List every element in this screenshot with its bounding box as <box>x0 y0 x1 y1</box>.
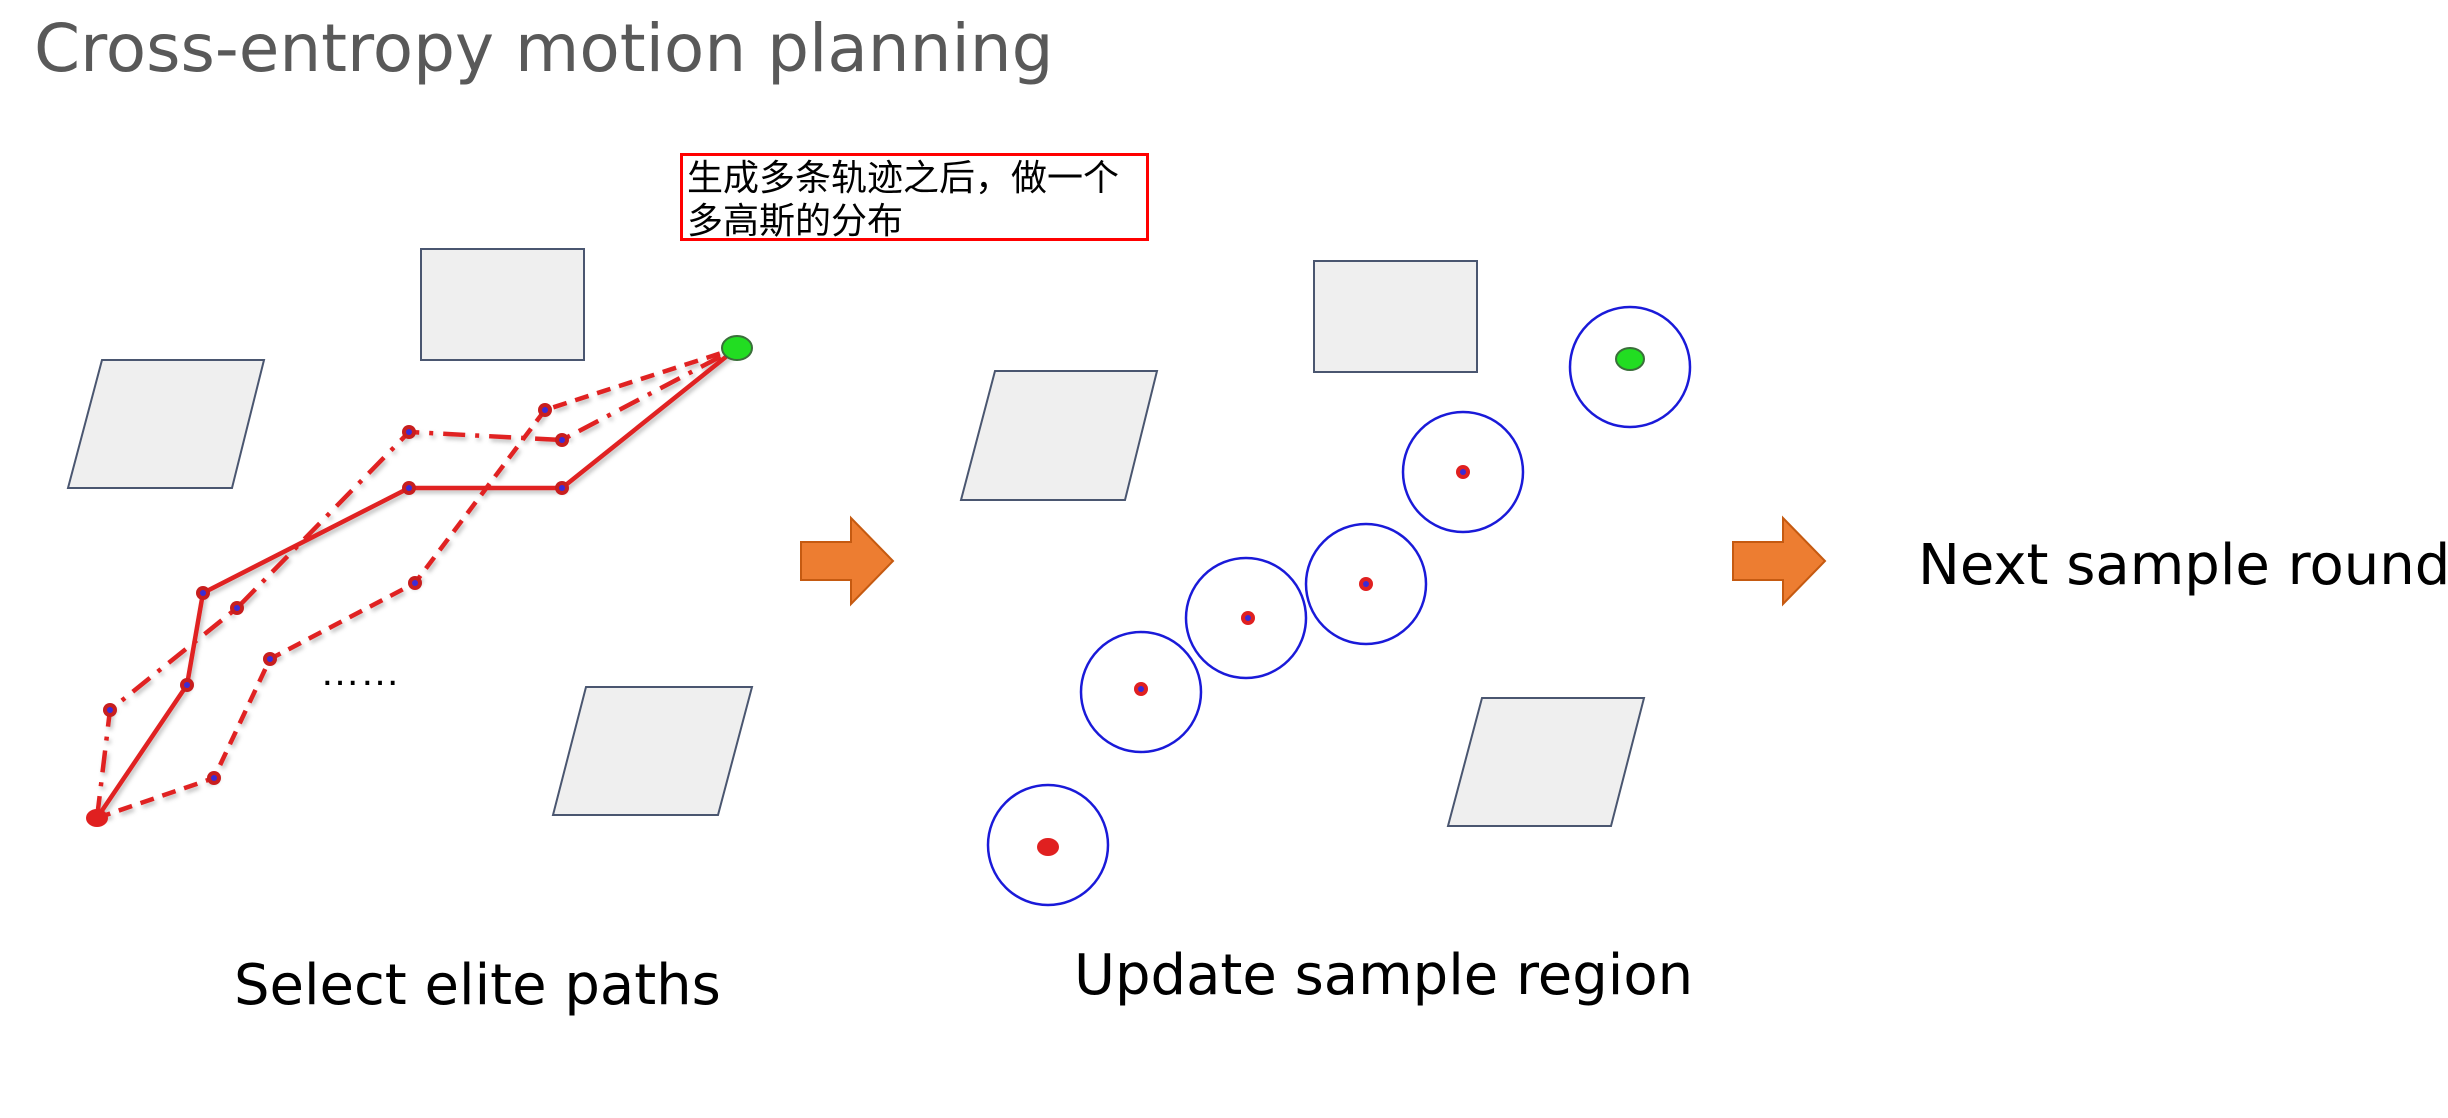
obstacles-left <box>66 248 754 816</box>
caption-next-sample-round: Next sample round <box>1918 533 2448 598</box>
waypoint <box>555 433 569 447</box>
sample-region <box>1401 410 1525 534</box>
waypoint <box>196 586 210 600</box>
waypoint <box>207 771 221 785</box>
sample-region <box>1184 556 1308 680</box>
waypoint <box>538 403 552 417</box>
arrow-right-icon <box>1732 515 1827 607</box>
waypoint <box>103 703 117 717</box>
start-point <box>86 809 108 827</box>
sample-region <box>1079 630 1203 754</box>
caption-update-sample-region: Update sample region <box>1074 943 1694 1008</box>
arrow-right-icon <box>800 515 895 607</box>
goal-point <box>721 335 753 361</box>
waypoint <box>180 678 194 692</box>
waypoint <box>555 481 569 495</box>
caption-select-elite-paths: Select elite paths <box>234 953 721 1018</box>
obstacle <box>1446 697 1646 827</box>
waypoint <box>263 652 277 666</box>
ellipsis: …… <box>320 650 400 694</box>
obstacles-mid <box>959 260 1646 827</box>
obstacle <box>1313 260 1478 373</box>
sample-region <box>1568 305 1692 429</box>
waypoint <box>408 576 422 590</box>
sample-region <box>986 783 1110 907</box>
waypoint <box>230 601 244 615</box>
sample-region <box>1304 522 1428 646</box>
waypoint <box>402 481 416 495</box>
annotation-note: 生成多条轨迹之后，做一个多高斯的分布 <box>680 153 1149 241</box>
obstacle <box>420 248 585 361</box>
obstacle <box>66 359 266 489</box>
obstacle <box>551 686 754 816</box>
waypoint <box>402 425 416 439</box>
obstacle <box>959 370 1159 501</box>
